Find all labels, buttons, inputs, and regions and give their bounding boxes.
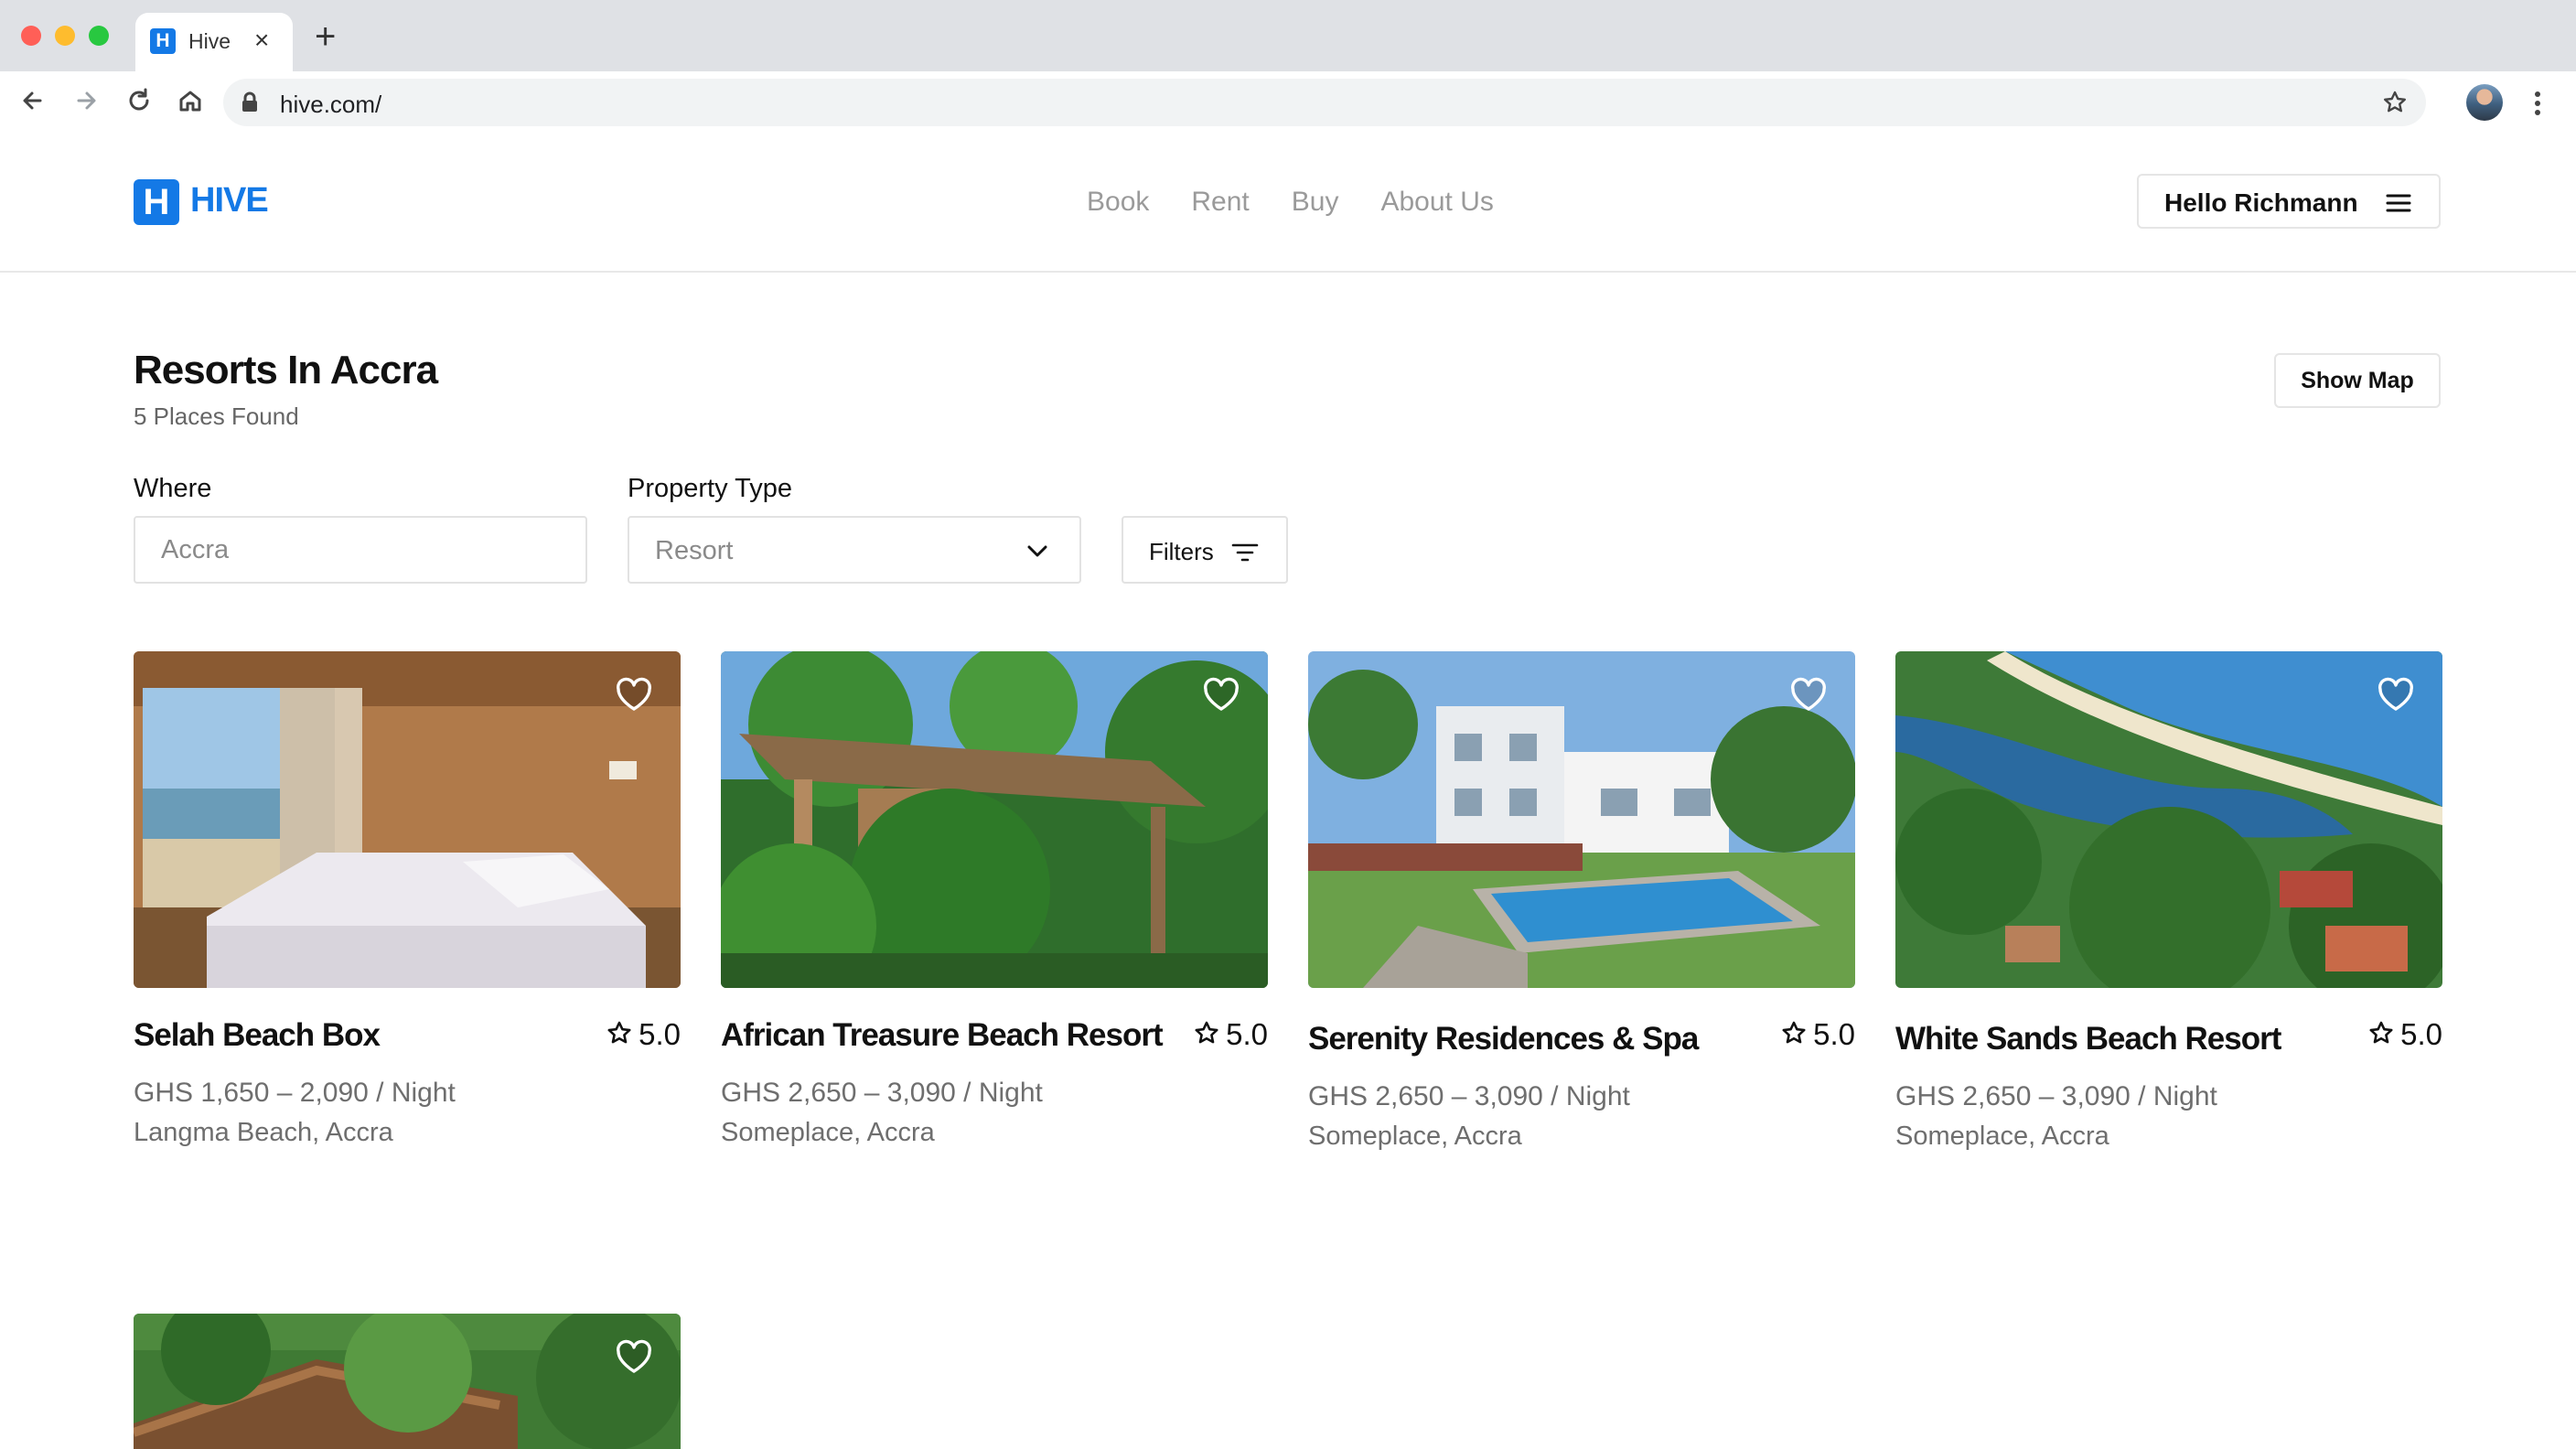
- nav-link-about-us[interactable]: About Us: [1380, 187, 1493, 218]
- window-maximize-button[interactable]: [89, 26, 109, 46]
- rating-value: 5.0: [1226, 1017, 1268, 1051]
- where-label: Where: [134, 474, 212, 503]
- listing-name[interactable]: Selah Beach Box: [134, 1017, 381, 1054]
- listing-price: GHS 2,650 – 3,090 / Night: [1308, 1081, 1630, 1111]
- listing-name[interactable]: Serenity Residences & Spa: [1308, 1021, 1699, 1057]
- logo-mark[interactable]: H: [134, 179, 179, 225]
- user-greeting: Hello Richmann: [2164, 188, 2358, 217]
- hamburger-menu-icon: [2386, 194, 2411, 212]
- listing-photo[interactable]: [1308, 651, 1855, 988]
- browser-toolbar: hive.com/: [0, 71, 2576, 135]
- nav-link-book[interactable]: Book: [1087, 187, 1149, 218]
- listing-location: Someplace, Accra: [1895, 1122, 2109, 1151]
- property-type-label: Property Type: [628, 474, 793, 503]
- tropical-roof-photo: [134, 1314, 681, 1449]
- bedroom-photo: [134, 651, 681, 988]
- listing-price: GHS 1,650 – 2,090 / Night: [134, 1078, 456, 1108]
- window-close-button[interactable]: [21, 26, 41, 46]
- where-input[interactable]: [134, 516, 587, 584]
- listing-rating: 5.0: [606, 1017, 681, 1052]
- favorite-heart-icon[interactable]: [1789, 677, 1828, 714]
- listing-card[interactable]: [134, 1314, 681, 1449]
- back-icon[interactable]: [13, 80, 53, 121]
- profile-avatar[interactable]: [2466, 84, 2503, 121]
- listing-name[interactable]: White Sands Beach Resort: [1895, 1021, 2281, 1057]
- site-header: H HIVE Book Rent Buy About Us Hello Rich…: [0, 134, 2576, 273]
- listing-rating: 5.0: [1193, 1017, 1268, 1052]
- nav-link-buy[interactable]: Buy: [1292, 187, 1339, 218]
- address-url: hive.com/: [280, 91, 382, 118]
- tab-close-icon[interactable]: ×: [254, 26, 269, 55]
- favorite-heart-icon[interactable]: [615, 677, 653, 714]
- nav-link-rent[interactable]: Rent: [1191, 187, 1249, 218]
- property-type-value: Resort: [655, 536, 734, 565]
- home-icon[interactable]: [170, 80, 210, 121]
- tab-title: Hive: [188, 29, 231, 53]
- filters-button-label: Filters: [1149, 538, 1214, 565]
- rating-star-icon: [1782, 1021, 1806, 1044]
- listing-location: Someplace, Accra: [1308, 1122, 1522, 1151]
- user-menu-button[interactable]: Hello Richmann: [2137, 174, 2441, 229]
- rating-star-icon: [1195, 1021, 1218, 1044]
- listing-rating: 5.0: [2367, 1017, 2442, 1052]
- listing-rating: 5.0: [1780, 1017, 1855, 1052]
- rating-value: 5.0: [2400, 1017, 2442, 1051]
- tab-favicon-icon: H: [150, 28, 176, 54]
- rating-value: 5.0: [639, 1017, 681, 1051]
- garden-pergola-photo: [721, 651, 1268, 988]
- browser-tab[interactable]: H Hive ×: [135, 13, 293, 71]
- window-minimize-button[interactable]: [55, 26, 75, 46]
- filters-button[interactable]: Filters: [1122, 516, 1288, 584]
- lock-icon: [242, 91, 257, 112]
- bookmark-star-icon[interactable]: [2380, 88, 2410, 117]
- tab-bar: H Hive × +: [0, 0, 2576, 71]
- results-count: 5 Places Found: [134, 402, 299, 430]
- rating-star-icon: [607, 1021, 631, 1044]
- pool-villa-photo: [1308, 651, 1855, 988]
- reload-icon[interactable]: [119, 80, 159, 121]
- address-bar[interactable]: hive.com/: [223, 79, 2426, 126]
- show-map-button[interactable]: Show Map: [2274, 353, 2441, 408]
- new-tab-icon[interactable]: +: [315, 18, 336, 55]
- listing-photo[interactable]: [1895, 651, 2442, 988]
- page-title: Resorts In Accra: [134, 348, 438, 392]
- forward-icon[interactable]: [66, 80, 106, 121]
- rating-value: 5.0: [1813, 1017, 1855, 1051]
- listing-location: Langma Beach, Accra: [134, 1118, 393, 1147]
- listing-photo[interactable]: [721, 651, 1268, 988]
- filter-lines-icon: [1231, 543, 1259, 562]
- favorite-heart-icon[interactable]: [1202, 677, 1240, 714]
- listing-price: GHS 2,650 – 3,090 / Night: [1895, 1081, 2217, 1111]
- listing-photo[interactable]: [134, 1314, 681, 1449]
- kebab-menu-icon[interactable]: [2528, 88, 2547, 119]
- listing-name[interactable]: African Treasure Beach Resort: [721, 1017, 1164, 1054]
- favorite-heart-icon[interactable]: [615, 1339, 653, 1376]
- main-nav: Book Rent Buy About Us: [1087, 187, 1494, 218]
- favorite-heart-icon[interactable]: [2377, 677, 2415, 714]
- rating-star-icon: [2369, 1021, 2393, 1044]
- coastline-aerial-photo: [1895, 651, 2442, 988]
- logo-text[interactable]: HIVE: [190, 181, 269, 220]
- listing-photo[interactable]: [134, 651, 681, 988]
- chevron-down-icon: [1027, 545, 1047, 557]
- listing-price: GHS 2,650 – 3,090 / Night: [721, 1078, 1043, 1108]
- browser-chrome: H Hive × + hive.com/: [0, 0, 2576, 135]
- property-type-select[interactable]: Resort: [628, 516, 1081, 584]
- listing-location: Someplace, Accra: [721, 1118, 935, 1147]
